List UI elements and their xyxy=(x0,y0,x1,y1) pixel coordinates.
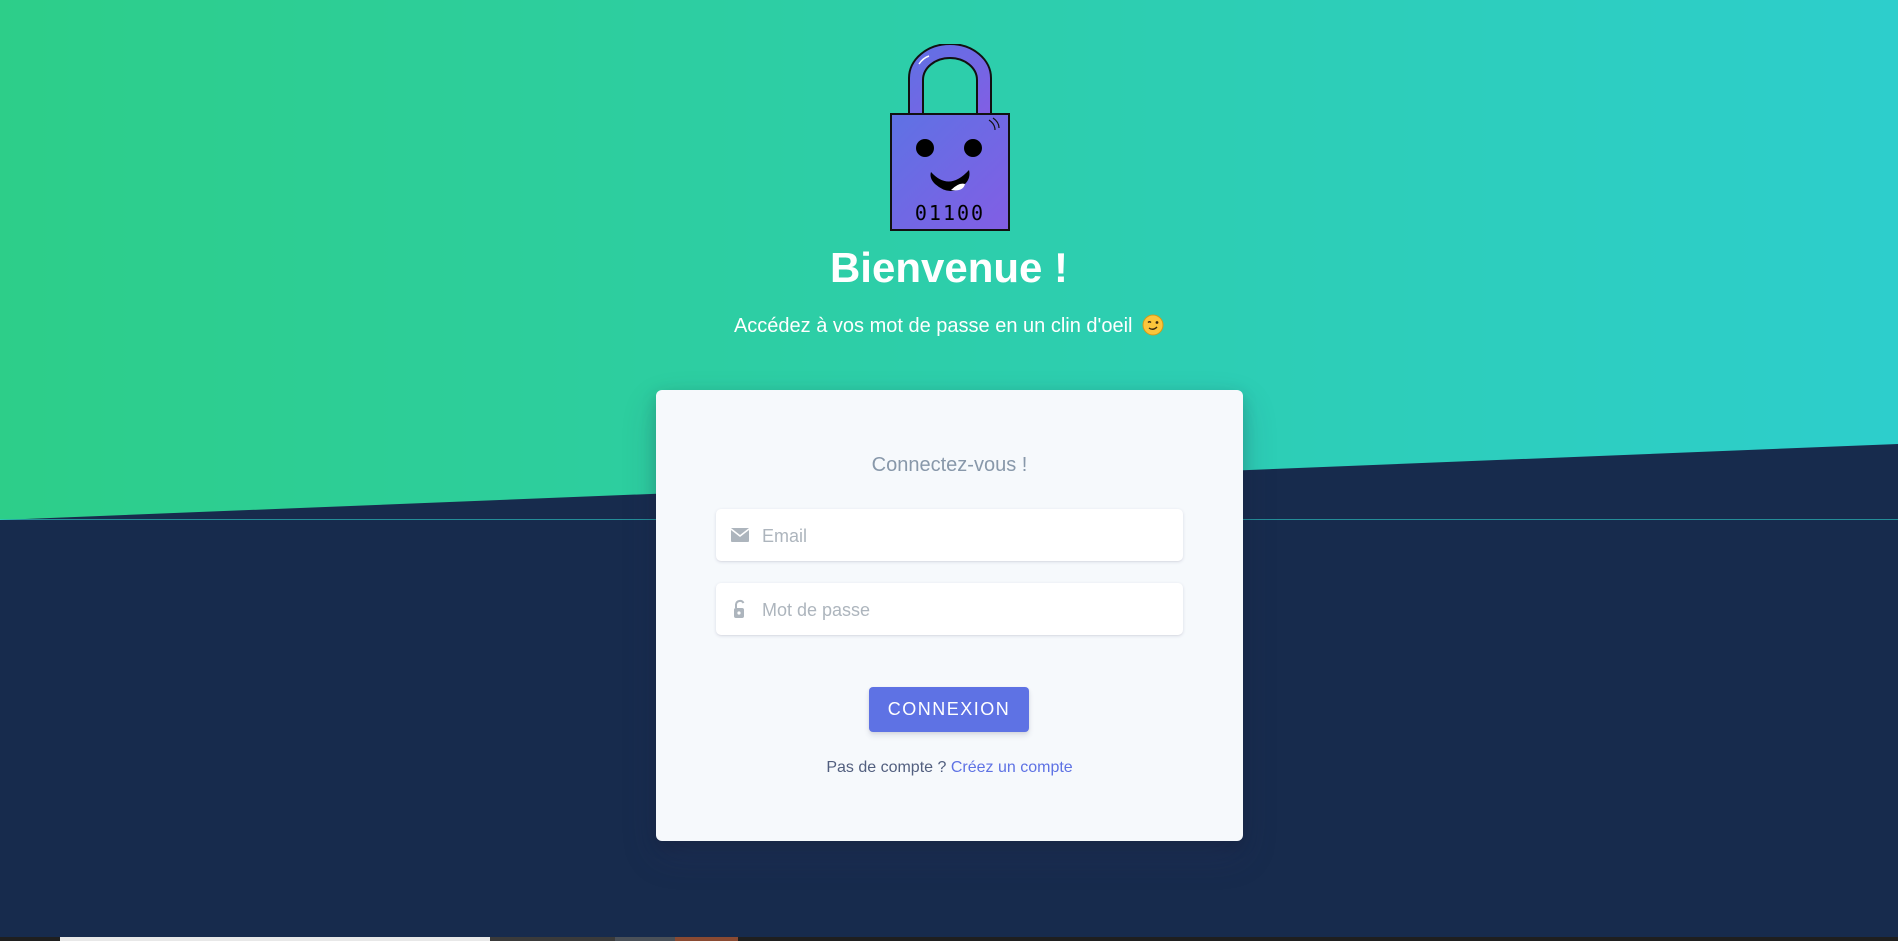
no-account-text: Pas de compte ? xyxy=(826,759,947,776)
page-subtitle: Accédez à vos mot de passe en un clin d'… xyxy=(0,314,1898,342)
login-heading: Connectez-vous ! xyxy=(871,454,1028,476)
subtitle-text: Accédez à vos mot de passe en un clin d'… xyxy=(733,315,1133,337)
taskbar-item xyxy=(675,937,738,941)
taskbar-item xyxy=(490,937,615,941)
taskbar-item xyxy=(615,937,675,941)
login-button[interactable]: CONNEXION xyxy=(869,687,1029,732)
envelope-icon xyxy=(730,525,750,545)
winking-face-icon xyxy=(1142,314,1164,342)
email-field[interactable] xyxy=(716,509,1183,563)
page-title: Bienvenue ! xyxy=(829,244,1069,291)
password-input[interactable] xyxy=(760,583,1164,637)
password-field[interactable] xyxy=(716,583,1183,637)
unlock-icon xyxy=(730,599,750,619)
taskbar-strip xyxy=(0,937,1898,941)
padlock-mascot-icon: 01100 xyxy=(889,43,1011,232)
signup-prompt: Pas de compte ? Créez un compte xyxy=(656,759,1243,777)
taskbar-item xyxy=(60,937,490,941)
signup-link[interactable]: Créez un compte xyxy=(951,759,1073,776)
email-input[interactable] xyxy=(760,509,1164,563)
logo-digits: 01100 xyxy=(915,201,985,225)
login-card: Connectez-vous ! CONNEXION Pas de compte… xyxy=(656,390,1243,841)
